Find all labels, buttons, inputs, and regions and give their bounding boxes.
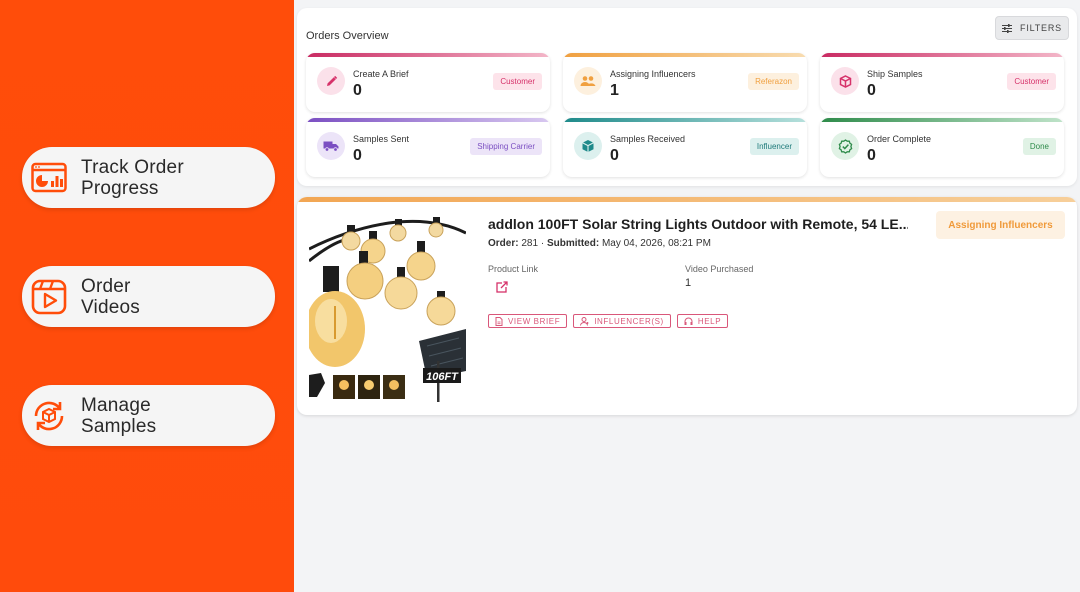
promo-item-manage-samples[interactable]: Manage Samples [22, 385, 275, 446]
stat-label: Assigning Influencers [610, 69, 696, 79]
package-icon [574, 132, 602, 160]
product-link-label: Product Link [488, 264, 539, 274]
stat-card-ship-samples[interactable]: Ship Samples 0 Customer [820, 53, 1064, 112]
promo-item-label: Order Videos [81, 275, 140, 318]
order-meta: Order: 281 · Submitted: May 04, 2026, 08… [488, 238, 711, 249]
stat-count: 0 [610, 147, 619, 164]
pencil-icon [317, 67, 345, 95]
promo-item-track-order[interactable]: Track Order Progress [22, 147, 275, 208]
stat-count: 0 [867, 147, 876, 164]
stat-count: 1 [610, 82, 619, 99]
stat-label: Order Complete [867, 134, 932, 144]
stat-card-samples-sent[interactable]: Samples Sent 0 Shipping Carrier [306, 118, 550, 177]
orders-overview-panel: Orders Overview FILTERS Create A Brief 0… [297, 8, 1077, 186]
external-link-icon[interactable] [496, 281, 508, 293]
document-icon [495, 316, 503, 326]
meta-separator: · [540, 238, 545, 249]
stat-card-create-brief[interactable]: Create A Brief 0 Customer [306, 53, 550, 112]
order-status-chip: Assigning Influencers [936, 211, 1065, 239]
person-icon [580, 316, 589, 326]
sliders-icon [1002, 23, 1013, 33]
video-play-icon [29, 277, 69, 317]
promo-panel: Track Order Progress Order Videos Manage… [0, 0, 294, 592]
filters-button[interactable]: FILTERS [995, 16, 1069, 40]
submitted-date: May 04, 2026, 08:21 PM [601, 238, 711, 249]
order-card[interactable]: 106FT addlon 100FT Solar String Lights O… [297, 197, 1077, 415]
order-card-accent-bar [297, 197, 1077, 202]
stat-badge: Customer [1007, 73, 1056, 90]
stat-label: Samples Received [610, 134, 686, 144]
help-button[interactable]: HELP [676, 314, 729, 328]
promo-item-label: Manage Samples [81, 394, 157, 437]
stat-card-assigning-influencers[interactable]: Assigning Influencers 1 Referazon [563, 53, 807, 112]
stat-count: 0 [353, 147, 362, 164]
promo-item-label: Track Order Progress [81, 156, 184, 199]
stat-label: Ship Samples [867, 69, 923, 79]
stat-badge: Customer [493, 73, 542, 90]
stat-card-samples-received[interactable]: Samples Received 0 Influencer [563, 118, 807, 177]
check-circle-icon [831, 132, 859, 160]
stat-label: Create A Brief [353, 69, 409, 79]
stat-count: 0 [867, 82, 876, 99]
box-icon [831, 67, 859, 95]
stat-label: Samples Sent [353, 134, 410, 144]
stat-badge: Referazon [748, 73, 799, 90]
view-brief-button[interactable]: VIEW BRIEF [488, 314, 568, 328]
main-content: Orders Overview FILTERS Create A Brief 0… [294, 0, 1080, 592]
video-purchased-value: 1 [685, 277, 692, 289]
order-number-label: Order: [488, 238, 519, 249]
stat-card-order-complete[interactable]: Order Complete 0 Done [820, 118, 1064, 177]
order-number: 281 [521, 238, 539, 249]
headset-icon [684, 317, 693, 325]
submitted-label: Submitted: [546, 238, 600, 249]
truck-icon [317, 132, 345, 160]
product-image-badge: 106FT [426, 371, 459, 383]
promo-item-order-videos[interactable]: Order Videos [22, 266, 275, 327]
stat-badge: Done [1022, 138, 1056, 155]
stat-count: 0 [353, 82, 362, 99]
people-icon [574, 67, 602, 95]
dashboard-chart-icon [29, 158, 69, 198]
stat-badge: Shipping Carrier [470, 138, 542, 155]
video-purchased-label: Video Purchased [685, 264, 754, 274]
filters-label: FILTERS [1020, 23, 1062, 33]
order-title[interactable]: addlon 100FT Solar String Lights Outdoor… [488, 216, 908, 232]
refresh-box-icon [29, 396, 69, 436]
overview-title: Orders Overview [306, 30, 389, 42]
order-actions: VIEW BRIEF INFLUENCER(S) HELP [488, 314, 729, 328]
product-image[interactable]: 106FT [309, 211, 466, 402]
stat-badge: Influencer [749, 138, 799, 155]
influencers-button[interactable]: INFLUENCER(S) [573, 314, 671, 328]
